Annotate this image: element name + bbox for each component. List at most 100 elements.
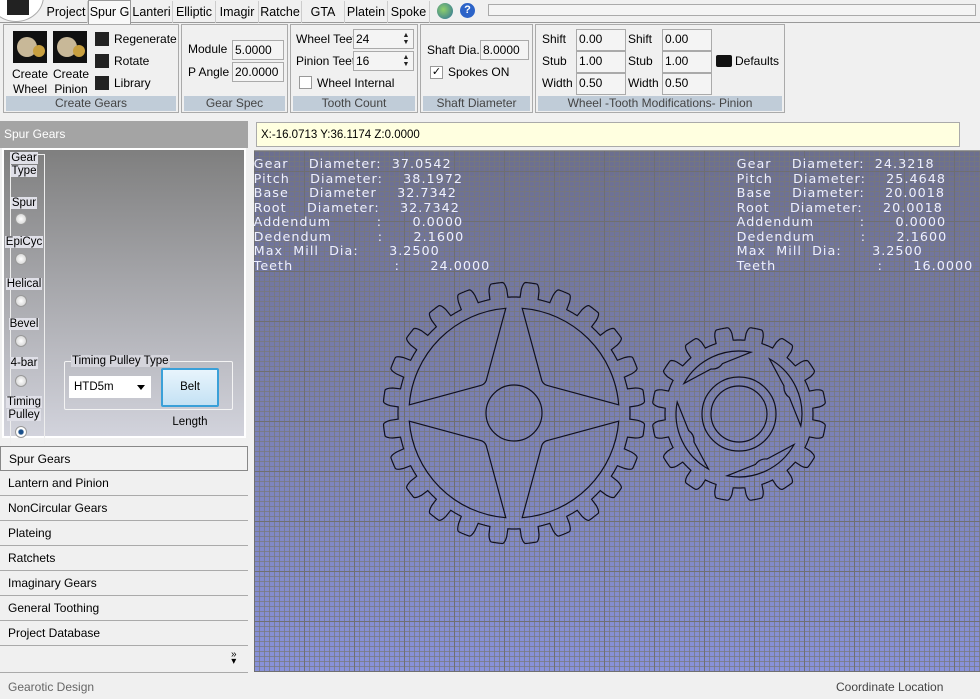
wheel-teeth-value: 24 — [356, 32, 370, 46]
globe-link-icon[interactable] — [437, 3, 453, 19]
wheel-width-input[interactable]: 0.50 — [576, 73, 626, 95]
shaft-dia-input[interactable]: 8.0000 — [480, 40, 529, 60]
tab-spokes[interactable]: Spoke — [388, 1, 430, 23]
wheel-internal-checkbox[interactable] — [299, 76, 312, 89]
pinion-hub-ring — [701, 376, 777, 452]
p-angle-input[interactable]: 20.0000 — [232, 62, 284, 82]
defaults-icon — [716, 55, 732, 67]
pinion-shift-input[interactable]: 0.00 — [662, 29, 712, 51]
gear-type-spur-label: Spur — [10, 197, 38, 209]
pinion-spoke-window — [768, 357, 803, 429]
group-gear-spec: Module 5.0000 P Angle 20.0000 Gear Spec — [181, 24, 288, 113]
tab-lantern[interactable]: Lanteri — [131, 1, 173, 23]
create-pinion-button[interactable]: Create Pinion — [53, 67, 89, 97]
timing-pulley-group: Timing Pulley Type HTD5m Belt Length — [64, 355, 233, 428]
group-caption: Shaft Diameter — [423, 96, 530, 111]
wheel-shift-input[interactable]: 0.00 — [576, 29, 626, 51]
nav-general-toothing[interactable]: General Toothing — [0, 596, 248, 621]
gear-type-4bar-radio[interactable] — [15, 375, 27, 387]
group-shaft-diameter: Shaft Dia. 8.0000 ✓ Spokes ON Shaft Diam… — [420, 24, 533, 113]
wheel-shift-label: Shift — [542, 32, 567, 46]
create-pinion-icon[interactable] — [53, 31, 87, 63]
nav-lantern-and-pinion[interactable]: Lantern and Pinion — [0, 471, 248, 496]
create-pinion-label-1: Create — [53, 67, 90, 81]
create-wheel-icon[interactable] — [13, 31, 47, 63]
group-caption: Create Gears — [6, 96, 176, 111]
module-input[interactable]: 5.0000 — [232, 40, 284, 60]
wheel-hub — [485, 384, 543, 442]
chevron-down-icon — [137, 385, 145, 394]
gear-type-helical-radio[interactable] — [15, 295, 27, 307]
group-create-gears: Create Wheel Create Pinion Regenerate Rota… — [3, 24, 179, 113]
nav-project-database[interactable]: Project Database — [0, 621, 248, 646]
nav-plateing[interactable]: Plateing — [0, 521, 248, 546]
tab-gta[interactable]: GTA — [302, 1, 345, 23]
nav-ratchets[interactable]: Ratchets — [0, 546, 248, 571]
nav-noncircular-gears[interactable]: NonCircular Gears — [0, 496, 248, 521]
pinion-stub-label: Stub — [628, 54, 653, 68]
spin-arrows-icon[interactable]: ▲ ▼ — [400, 32, 412, 47]
tab-plateing[interactable]: Platein — [345, 1, 388, 23]
nav-spur-gears[interactable]: Spur Gears — [0, 446, 248, 471]
gear-type-epicyc-radio[interactable] — [15, 253, 27, 265]
wheel-stub-input[interactable]: 1.00 — [576, 51, 626, 73]
timing-pulley-select[interactable]: HTD5m — [69, 376, 151, 398]
create-wheel-label-2: Wheel — [13, 82, 48, 96]
wheel-spoke-window — [408, 307, 507, 406]
pinion-teeth — [652, 327, 826, 501]
rotate-icon — [95, 54, 109, 68]
wheel-teeth — [382, 281, 646, 545]
gear-type-helical-label: Helical — [5, 278, 43, 290]
app-logo[interactable] — [0, 0, 44, 22]
pinion-spoke-window — [724, 443, 796, 478]
group-caption: Tooth Count — [293, 96, 415, 111]
belt-length-button[interactable]: Belt Length — [161, 368, 219, 428]
nav-imaginary-gears[interactable]: Imaginary Gears — [0, 571, 248, 596]
coordinate-readout: X:-16.0713 Y:36.1174 Z:0.0000 — [256, 122, 960, 147]
wheel-teeth-stepper[interactable]: 24 ▲ ▼ — [353, 29, 414, 49]
group-caption: Wheel -Tooth Modifications- Pinion — [538, 96, 782, 111]
gear-canvas[interactable]: Gear Diameter: 37.0542 Pitch Diameter: 38… — [254, 150, 980, 672]
p-angle-label: P Angle — [188, 65, 230, 79]
help-icon[interactable]: ? — [460, 3, 475, 18]
tab-ratchets[interactable]: Ratche — [259, 1, 302, 23]
pinion-teeth-stepper[interactable]: 16 ▲ ▼ — [353, 51, 414, 71]
tab-elliptic[interactable]: Elliptic — [173, 1, 216, 23]
wheel-spoke-window — [521, 420, 620, 519]
tab-spur-gears[interactable]: Spur G — [88, 0, 131, 24]
gear-type-spur-radio[interactable] — [15, 213, 27, 225]
defaults-button[interactable]: Defaults — [735, 54, 779, 68]
progress-box — [488, 4, 976, 16]
status-coordinate-location: Coordinate Location — [836, 680, 944, 694]
gear-type-timing-pulley-radio[interactable] — [15, 426, 27, 438]
wheel-width-label: Width — [542, 76, 573, 90]
pinion-spoke-window — [675, 399, 710, 471]
chevron-overflow-icon[interactable]: » ▾ — [231, 650, 237, 667]
panel-title: Spur Gears — [0, 121, 248, 148]
spin-arrows-icon[interactable]: ▲ ▼ — [400, 54, 412, 69]
nav-overflow-bar — [0, 646, 248, 673]
tab-project[interactable]: Project — [45, 1, 88, 23]
create-pinion-label-2: Pinion — [54, 82, 88, 96]
gear-drawing — [382, 281, 826, 545]
gear-type-bevel-label: Bevel — [8, 318, 40, 330]
tab-imaginary[interactable]: Imagir — [216, 1, 259, 23]
pinion-shift-label: Shift — [628, 32, 653, 46]
wheel-spoke-window — [521, 307, 620, 406]
spokes-on-checkbox[interactable]: ✓ — [430, 66, 443, 79]
library-icon — [95, 76, 109, 90]
gear-type-timing-pulley-label: Timing Pulley — [5, 396, 43, 421]
regenerate-button[interactable]: Regenerate — [114, 32, 177, 46]
library-button[interactable]: Library — [114, 76, 151, 90]
create-wheel-button[interactable]: Create Wheel — [12, 67, 48, 97]
gear-type-label: Gear Type — [10, 152, 38, 177]
pinion-stub-input[interactable]: 1.00 — [662, 51, 712, 73]
regenerate-icon — [95, 32, 109, 46]
rotate-button[interactable]: Rotate — [114, 54, 149, 68]
module-label: Module — [188, 42, 228, 56]
gear-type-epicyc-label: EpiCyc — [4, 236, 44, 248]
gear-type-bevel-radio[interactable] — [15, 335, 27, 347]
pinion-teeth-value: 16 — [356, 54, 370, 68]
pinion-width-label: Width — [628, 76, 659, 90]
pinion-width-input[interactable]: 0.50 — [662, 73, 712, 95]
